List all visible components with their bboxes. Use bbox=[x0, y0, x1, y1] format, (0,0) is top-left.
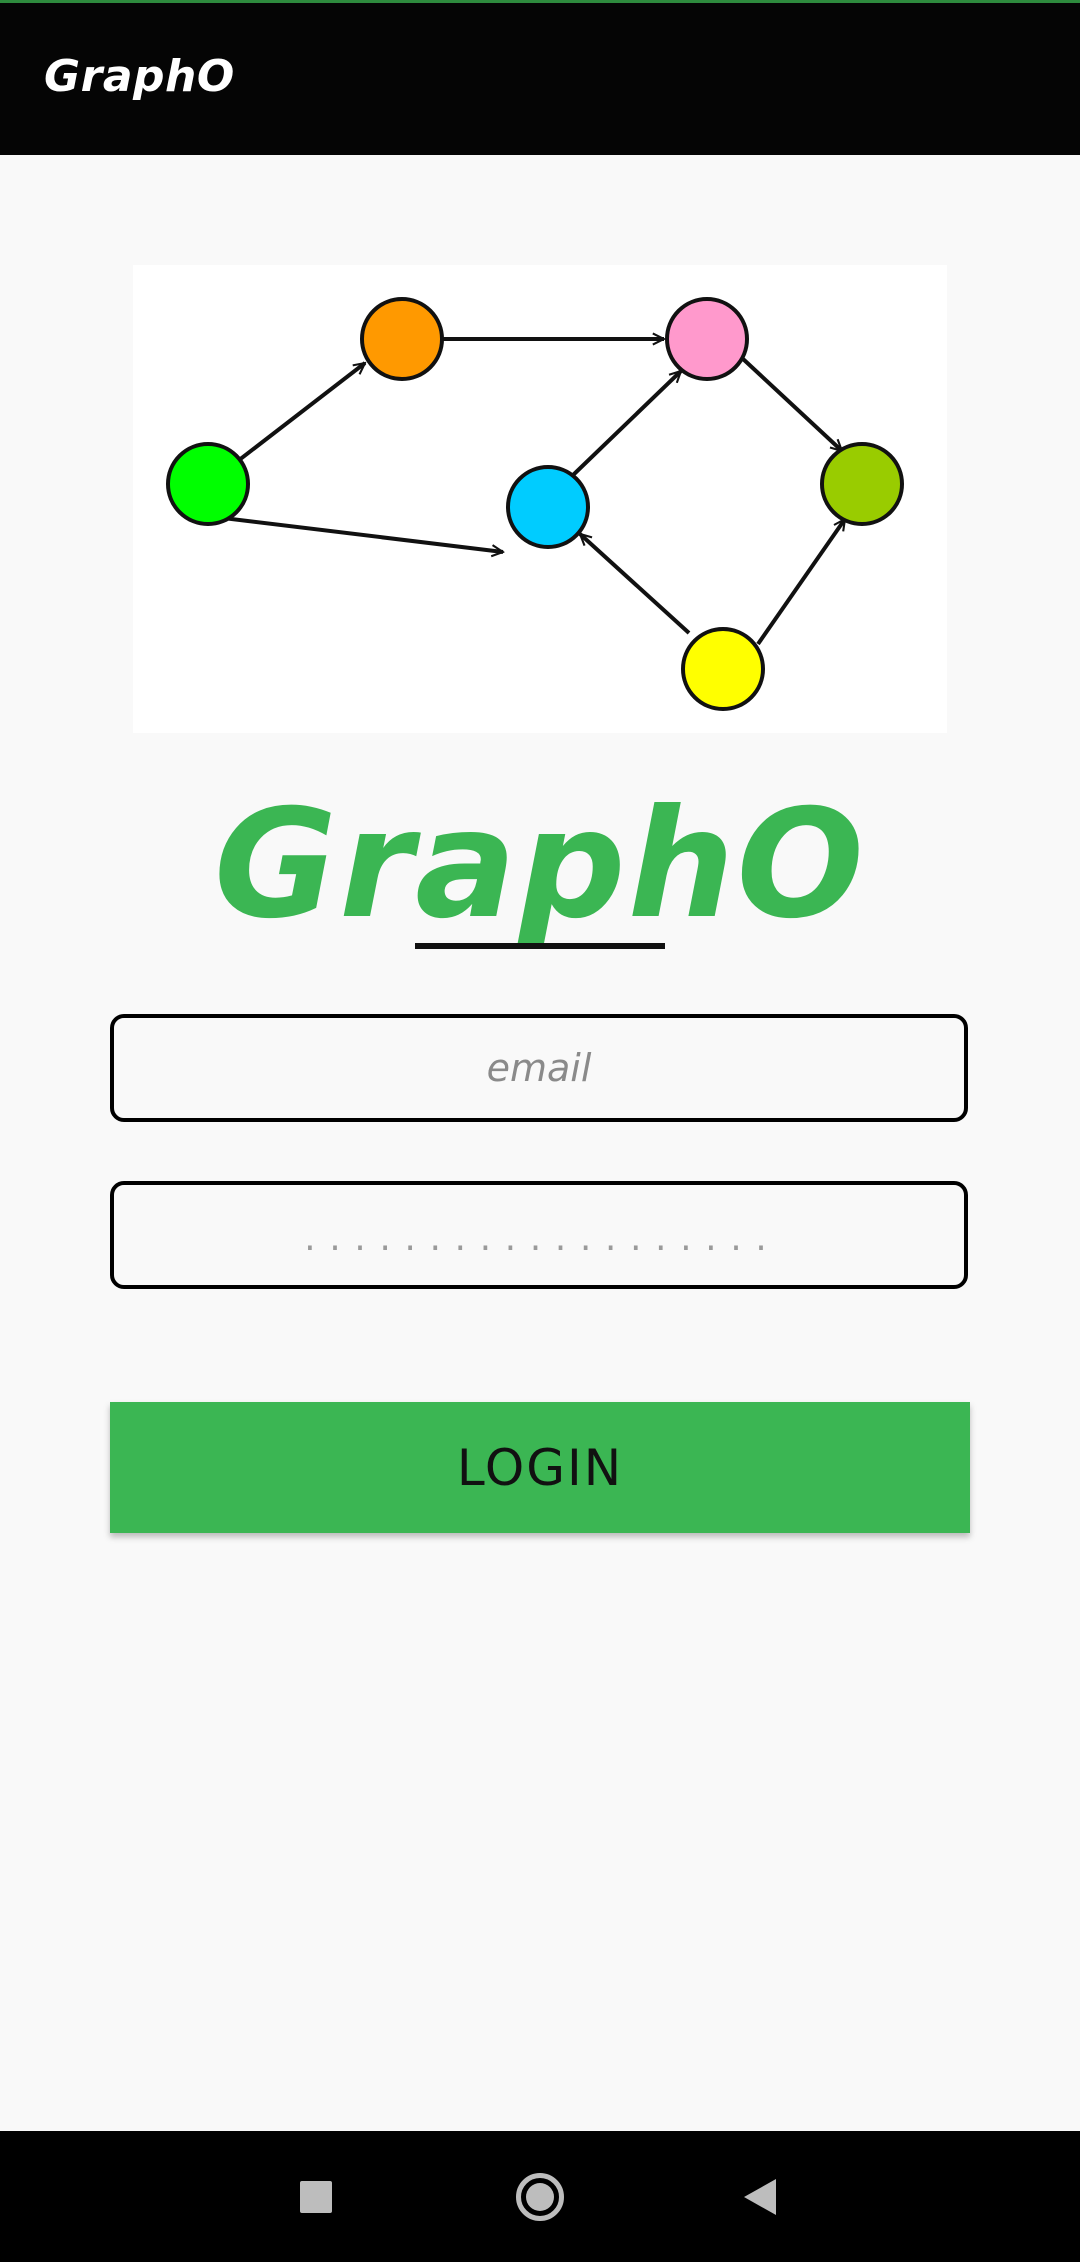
back-button[interactable] bbox=[700, 2131, 820, 2262]
edge-yellow-blue bbox=[580, 534, 691, 635]
recent-apps-button[interactable] bbox=[256, 2131, 376, 2262]
password-input[interactable] bbox=[114, 1185, 964, 1285]
edge-green-blue bbox=[214, 515, 503, 552]
password-field[interactable]: ................... bbox=[110, 1181, 968, 1289]
node-pink bbox=[665, 297, 749, 381]
edge-yellow-olive bbox=[756, 519, 847, 646]
home-button[interactable] bbox=[480, 2131, 600, 2262]
square-recent-apps-icon bbox=[300, 2180, 332, 2213]
node-orange bbox=[360, 297, 444, 381]
system-navigation-bar bbox=[0, 2131, 1080, 2262]
edge-pink-olive bbox=[740, 356, 842, 451]
graph-illustration bbox=[133, 265, 947, 733]
triangle-back-icon bbox=[744, 2178, 776, 2215]
node-blue bbox=[506, 465, 590, 549]
login-screen: GraphO ................... LOGIN bbox=[0, 155, 1080, 2131]
email-field[interactable] bbox=[110, 1014, 968, 1122]
logo-underline bbox=[415, 943, 665, 949]
email-input[interactable] bbox=[114, 1018, 964, 1118]
graph-diagram bbox=[166, 297, 904, 711]
node-yellow bbox=[681, 627, 765, 711]
login-button[interactable]: LOGIN bbox=[110, 1402, 970, 1533]
circle-home-icon bbox=[516, 2172, 564, 2221]
node-olive bbox=[820, 442, 904, 526]
app-bar-title: GraphO bbox=[44, 51, 235, 102]
edge-blue-pink bbox=[569, 371, 681, 479]
node-green bbox=[166, 442, 250, 526]
app-logo-title: GraphO bbox=[214, 778, 866, 952]
app-bar: GraphO bbox=[0, 3, 1080, 155]
